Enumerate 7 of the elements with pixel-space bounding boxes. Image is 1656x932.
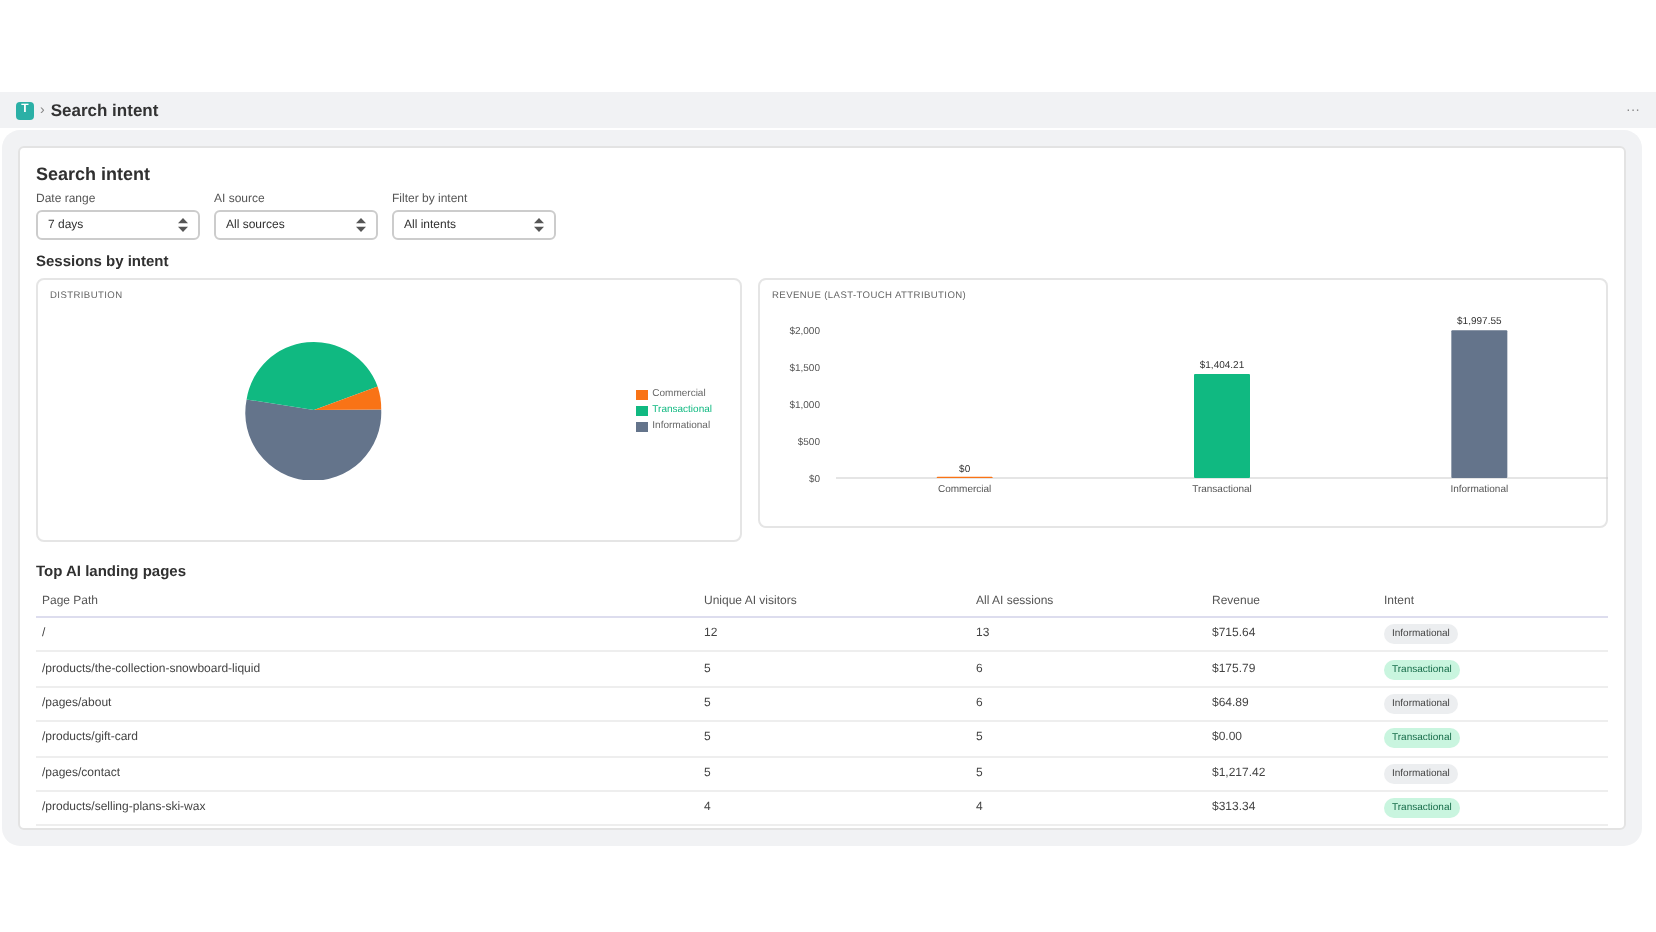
sort-arrows-icon [178, 218, 188, 232]
sort-arrows-icon [356, 218, 366, 232]
pie-chart-drawing [244, 340, 384, 480]
page-title: Search intent [50, 100, 159, 120]
bar [1194, 374, 1250, 478]
sort-arrows-icon [534, 218, 544, 232]
section-title: Search intent [36, 164, 153, 184]
